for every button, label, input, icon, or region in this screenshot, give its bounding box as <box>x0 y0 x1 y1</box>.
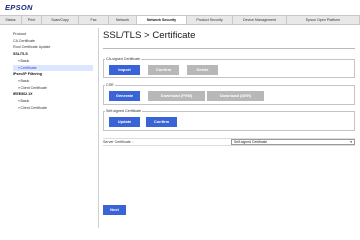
epson-logo: EPSON <box>5 3 33 12</box>
chevron-down-icon: ▾ <box>350 140 352 144</box>
sidebar-section-ssl-tls[interactable]: SSL/TLS <box>13 51 93 58</box>
top-tab-bar: Status Print Scan/Copy Fax Network Netwo… <box>0 15 360 25</box>
ca-confirm-button[interactable]: Confirm <box>148 65 179 75</box>
tab-scan-copy[interactable]: Scan/Copy <box>42 16 79 24</box>
sidebar-item-ieee-basic[interactable]: Basic <box>13 98 93 105</box>
tab-device-management[interactable]: Device Management <box>233 16 287 24</box>
tab-product-security[interactable]: Product Security <box>187 16 233 24</box>
sidebar-divider <box>98 28 99 228</box>
title-underline <box>103 48 355 49</box>
server-certificate-row: Server Certificate : Self-signed Certifi… <box>103 138 355 146</box>
self-signed-confirm-button[interactable]: Confirm <box>146 117 177 127</box>
sidebar-item-protocol[interactable]: Protocol <box>13 31 93 38</box>
tab-epson-open-platform[interactable]: Epson Open Platform <box>287 16 360 24</box>
server-certificate-label: Server Certificate : <box>103 140 133 144</box>
tab-status[interactable]: Status <box>0 16 22 24</box>
sidebar-item-ipsec-client-certificate[interactable]: Client Certificate <box>13 85 93 92</box>
server-certificate-value: Self-signed Certificate <box>234 140 268 144</box>
sidebar-item-ca-certificate[interactable]: CA Certificate <box>13 38 93 45</box>
sidebar-section-ipsec[interactable]: IPsec/IP Filtering <box>13 71 93 78</box>
sidebar-item-ssl-certificate[interactable]: Certificate <box>13 64 93 72</box>
sidebar-section-ieee8021x[interactable]: IEEE802.1X <box>13 91 93 98</box>
download-der-button[interactable]: Download (DER) <box>207 91 264 101</box>
generate-button[interactable]: Generate <box>109 91 140 101</box>
import-button[interactable]: Import <box>109 65 140 75</box>
self-signed-label: Self-signed Certificate <box>105 109 143 113</box>
delete-button[interactable]: Delete <box>187 65 218 75</box>
sidebar-item-ieee-client-certificate[interactable]: Client Certificate <box>13 105 93 112</box>
tab-network-security[interactable]: Network Security <box>137 16 187 24</box>
tab-network[interactable]: Network <box>109 16 137 24</box>
ca-signed-group: CA-signed Certificate Import Confirm Del… <box>103 57 355 78</box>
sidebar-item-ipsec-basic[interactable]: Basic <box>13 78 93 85</box>
update-button[interactable]: Update <box>109 117 140 127</box>
self-signed-group: Self-signed Certificate Update Confirm <box>103 109 355 131</box>
server-certificate-select[interactable]: Self-signed Certificate ▾ <box>231 139 355 145</box>
tab-fax[interactable]: Fax <box>79 16 109 24</box>
next-button[interactable]: Next <box>103 205 126 215</box>
download-pem-button[interactable]: Download (PEM) <box>148 91 205 101</box>
sidebar-item-ssl-basic[interactable]: Basic <box>13 58 93 65</box>
ca-signed-label: CA-signed Certificate <box>105 57 141 61</box>
tab-print[interactable]: Print <box>22 16 42 24</box>
csr-label: CSR <box>105 83 115 87</box>
sidebar: Protocol CA Certificate Root Certificate… <box>13 31 93 111</box>
page-title: SSL/TLS > Certificate <box>103 30 196 41</box>
sidebar-item-root-certificate-update[interactable]: Root Certificate Update <box>13 44 93 51</box>
csr-group: CSR Generate Download (PEM) Download (DE… <box>103 83 355 105</box>
header: EPSON <box>0 0 360 15</box>
